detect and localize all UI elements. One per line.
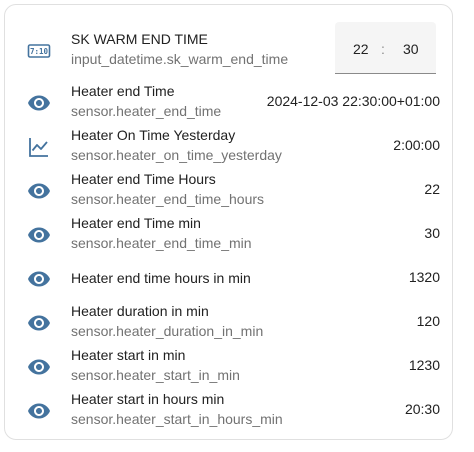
svg-text:7:10: 7:10: [30, 47, 49, 56]
entity-row-heater-start-in-min[interactable]: Heater start in min sensor.heater_start_…: [5, 347, 454, 387]
entity-name: Heater start in min: [71, 347, 186, 363]
time-minutes-field[interactable]: 30: [403, 41, 419, 58]
entity-state: 2:00:00: [393, 137, 440, 153]
entity-id: sensor.heater_start_in_hours_min: [71, 411, 283, 427]
entity-name: Heater end Time: [71, 83, 175, 99]
entity-state: 1320: [408, 269, 440, 285]
entity-name: Heater end Time Hours: [71, 171, 216, 187]
entity-name: Heater On Time Yesterday: [71, 127, 236, 143]
time-hours-field[interactable]: 22: [353, 41, 369, 58]
time-input[interactable]: 22 : 30: [335, 22, 436, 74]
entity-id: sensor.heater_end_time_min: [71, 235, 252, 251]
eye-icon: [27, 91, 51, 115]
time-separator: :: [381, 41, 385, 57]
entity-id: sensor.heater_start_in_min: [71, 367, 240, 383]
entity-row-heater-end-time-min[interactable]: Heater end Time min sensor.heater_end_ti…: [5, 215, 454, 255]
eye-icon: [27, 223, 51, 247]
entity-row-heater-end-time[interactable]: Heater end Time sensor.heater_end_time 2…: [5, 83, 454, 123]
entity-state: 120: [416, 313, 440, 329]
entity-row-heater-duration-in-min[interactable]: Heater duration in min sensor.heater_dur…: [5, 303, 454, 343]
eye-icon: [27, 355, 51, 379]
entity-state: 30: [424, 225, 440, 241]
entity-name: Heater duration in min: [71, 303, 209, 319]
chart-line-icon: [27, 135, 51, 159]
entity-name: Heater end Time min: [71, 215, 201, 231]
entity-row-heater-end-time-hours-in-min[interactable]: Heater end time hours in min 1320: [5, 259, 454, 299]
eye-icon: [27, 267, 51, 291]
entity-id: input_datetime.sk_warm_end_time: [71, 51, 289, 67]
entity-state: 22: [424, 181, 440, 197]
eye-icon: [27, 399, 51, 423]
entity-id: sensor.heater_end_time_hours: [71, 191, 265, 207]
entity-id: sensor.heater_duration_in_min: [71, 323, 264, 339]
entity-id: sensor.heater_end_time: [71, 103, 222, 119]
eye-icon: [27, 311, 51, 335]
entity-state: 1230: [408, 357, 440, 373]
calendar-clock-icon: 7:10: [27, 39, 51, 63]
entity-state: 20:30: [404, 401, 440, 417]
entity-state: 2024-12-03 22:30:00+01:00: [266, 93, 440, 109]
entity-name: Heater start in hours min: [71, 391, 225, 407]
entity-row-heater-start-in-hours-min[interactable]: Heater start in hours min sensor.heater_…: [5, 391, 454, 431]
entity-name: SK WARM END TIME: [71, 31, 208, 47]
entity-name: Heater end time hours in min: [71, 270, 251, 286]
entity-row-heater-end-time-hours[interactable]: Heater end Time Hours sensor.heater_end_…: [5, 171, 454, 211]
entities-card: 7:10 SK WARM END TIME input_datetime.sk_…: [4, 4, 453, 440]
eye-icon: [27, 179, 51, 203]
entity-row-heater-on-time-yesterday[interactable]: Heater On Time Yesterday sensor.heater_o…: [5, 127, 454, 167]
entity-id: sensor.heater_on_time_yesterday: [71, 147, 282, 163]
